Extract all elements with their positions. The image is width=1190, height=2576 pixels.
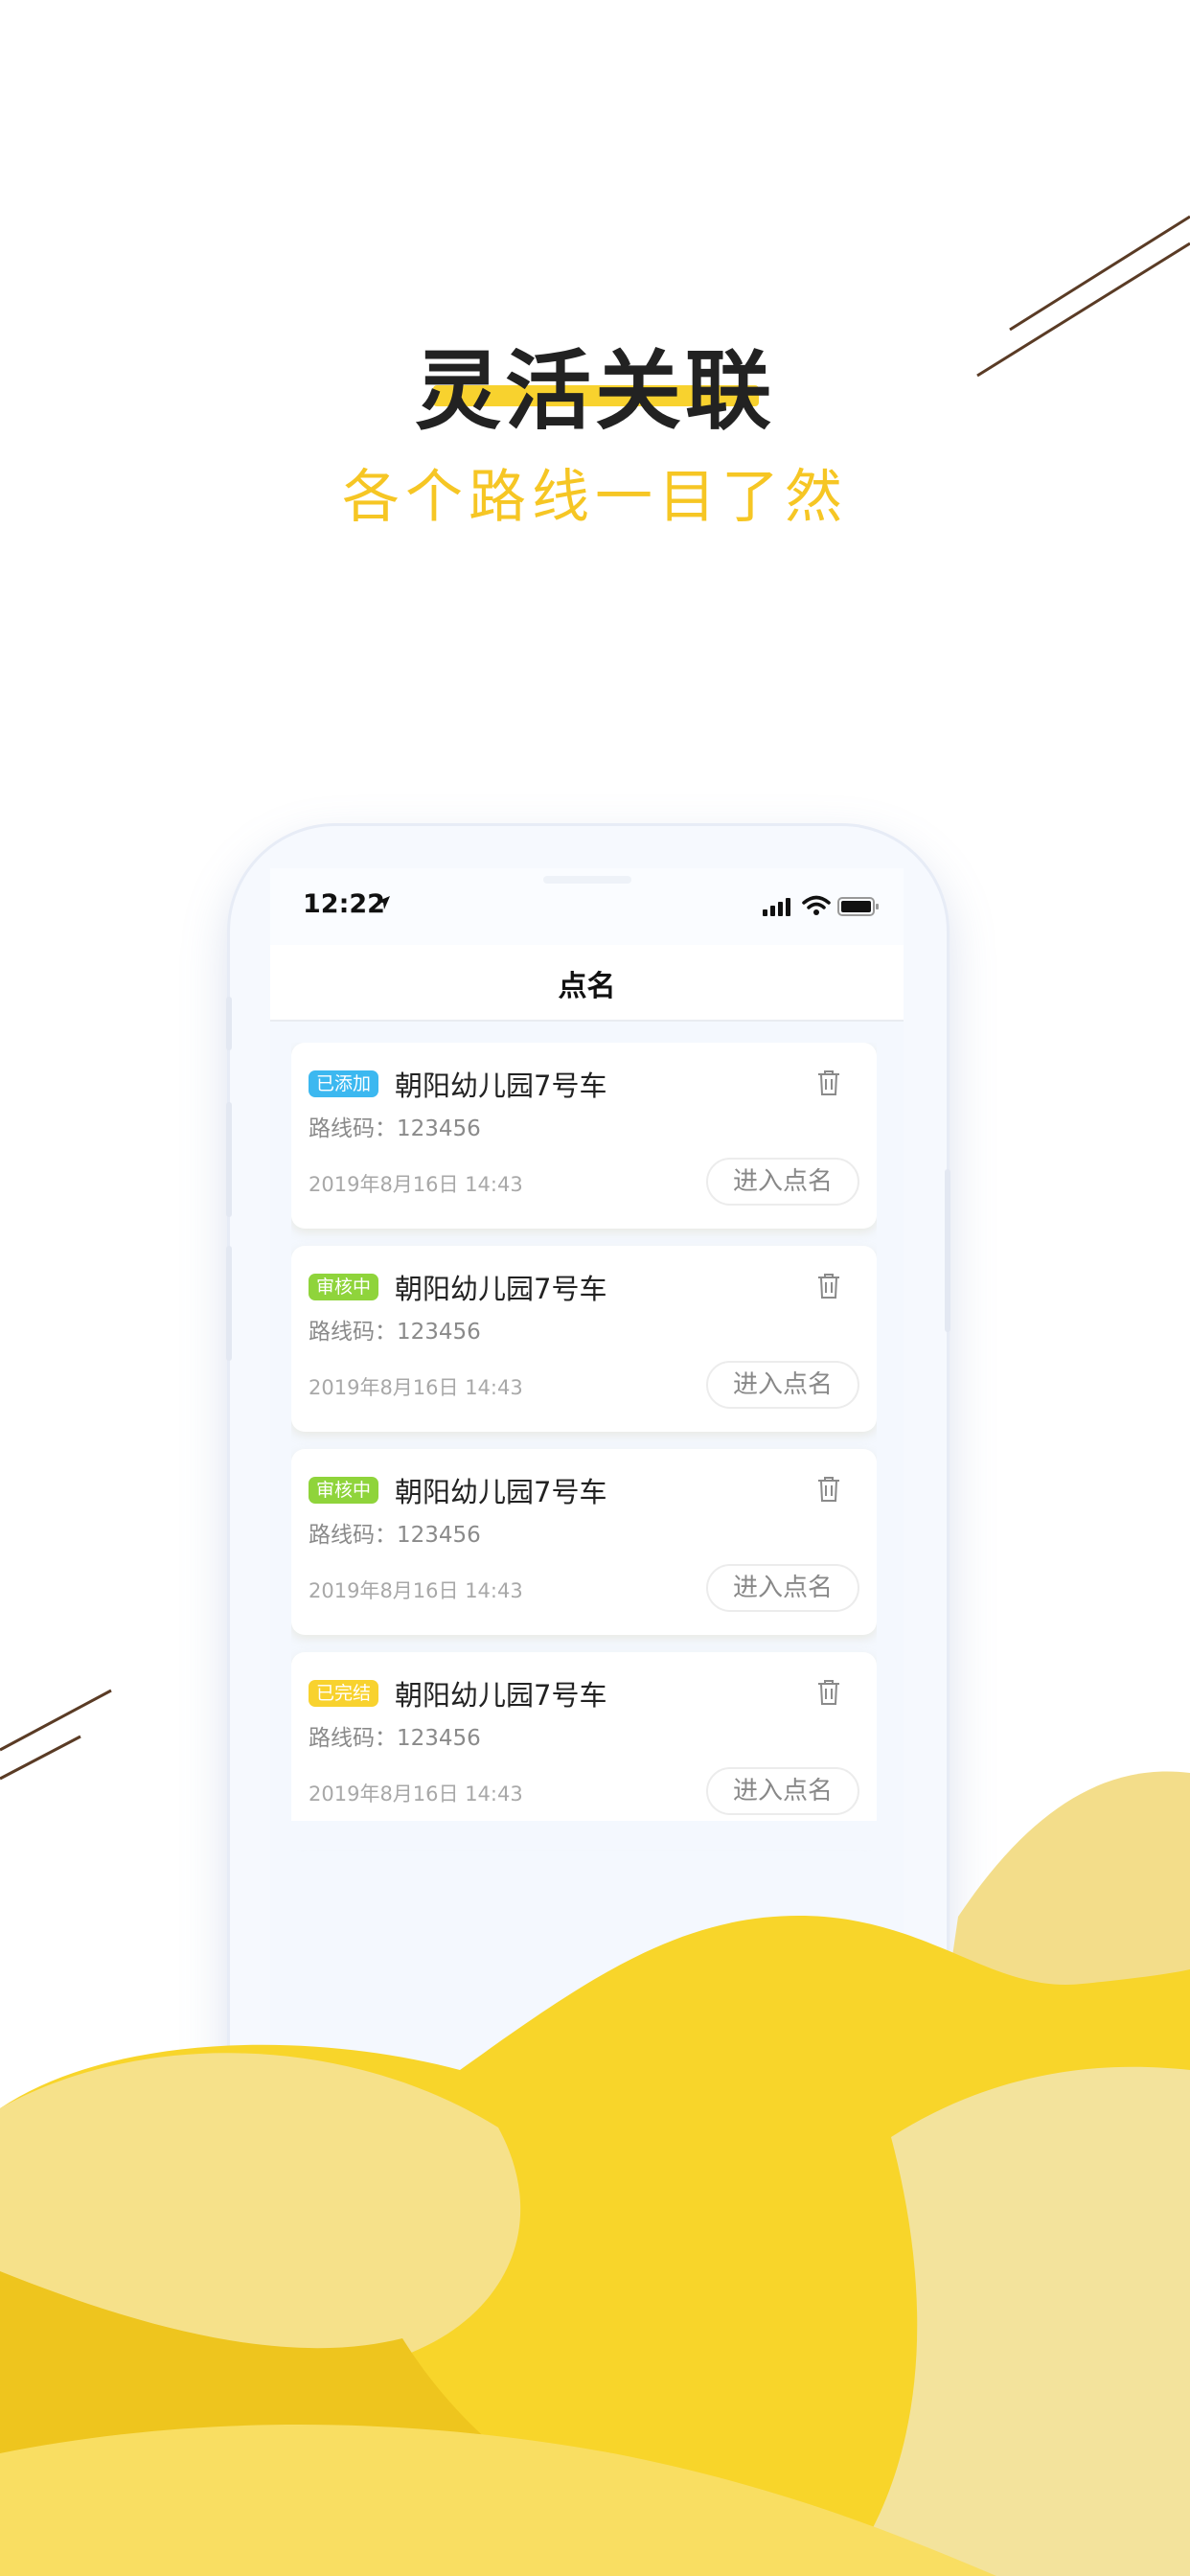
yellow-waves-decoration bbox=[0, 1771, 1190, 2576]
